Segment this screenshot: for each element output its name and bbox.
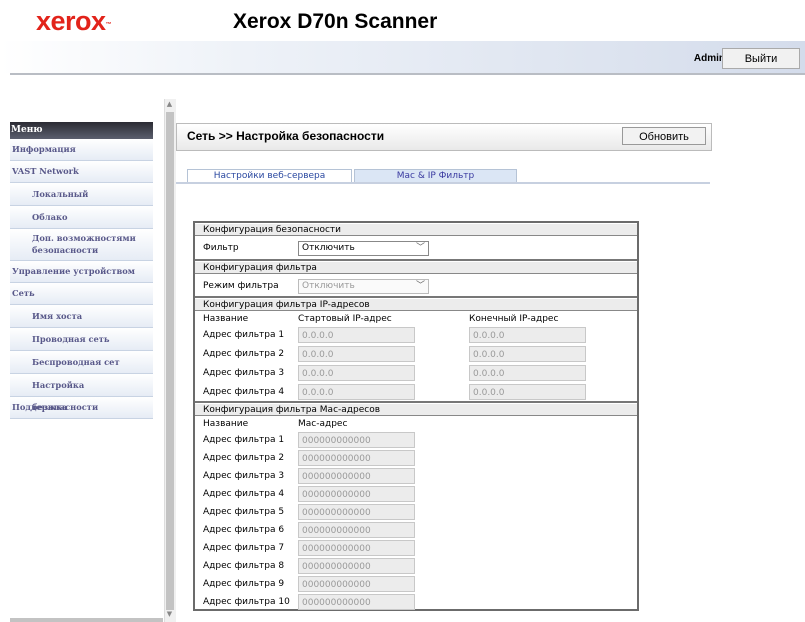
- mac-row-label: Адрес фильтра 8: [203, 561, 285, 571]
- ip-end-input[interactable]: 0.0.0.0: [469, 365, 586, 381]
- xerox-logo: xerox™: [36, 6, 112, 36]
- mac-row-label: Адрес фильтра 6: [203, 525, 285, 535]
- header-bar: [0, 41, 805, 73]
- page-title: Сеть >> Настройка безопасности: [187, 129, 385, 143]
- mac-address-input[interactable]: 000000000000: [298, 504, 415, 520]
- mac-address-input[interactable]: 000000000000: [298, 576, 415, 592]
- mac-col-address: Mac-адрес: [298, 419, 348, 429]
- filter-select-value: Отключить: [302, 243, 355, 253]
- mac-address-input[interactable]: 000000000000: [298, 522, 415, 538]
- filter-label: Фильтр: [203, 243, 239, 253]
- mac-address-input[interactable]: 000000000000: [298, 594, 415, 610]
- mac-row-label: Адрес фильтра 5: [203, 507, 285, 517]
- ip-end-input[interactable]: 0.0.0.0: [469, 346, 586, 362]
- mac-row-label: Адрес фильтра 10: [203, 597, 290, 607]
- ip-start-input[interactable]: 0.0.0.0: [298, 384, 415, 400]
- mac-row-label: Адрес фильтра 9: [203, 579, 285, 589]
- logout-button[interactable]: Выйти: [722, 48, 800, 69]
- mac-row-label: Адрес фильтра 3: [203, 471, 285, 481]
- menu-item-extra-security[interactable]: Доп. возможностями безопасности: [10, 229, 153, 261]
- ip-start-input[interactable]: 0.0.0.0: [298, 346, 415, 362]
- refresh-button[interactable]: Обновить: [622, 127, 706, 145]
- mac-address-input[interactable]: 000000000000: [298, 558, 415, 574]
- menu-item-hostname[interactable]: Имя хоста: [10, 305, 153, 328]
- menu-item-wired-network[interactable]: Проводная сеть: [10, 328, 153, 351]
- mac-row-label: Адрес фильтра 2: [203, 453, 285, 463]
- mac-col-name: Название: [203, 419, 249, 429]
- mac-row-label: Адрес фильтра 4: [203, 489, 285, 499]
- scroll-down-icon[interactable]: ▼: [164, 609, 175, 620]
- menu-item-security-settings[interactable]: Настройка безопасности: [10, 374, 153, 412]
- logo-trademark: ™: [105, 22, 112, 28]
- logo-text: xerox: [36, 6, 106, 36]
- chevron-down-icon: ﹀: [415, 243, 425, 253]
- mac-row-label: Адрес фильтра 1: [203, 435, 285, 445]
- menu-item-local[interactable]: Локальный: [10, 183, 153, 206]
- product-title: Xerox D70n Scanner: [233, 10, 438, 33]
- mac-address-input[interactable]: 000000000000: [298, 486, 415, 502]
- section-divider: [195, 296, 637, 298]
- security-config-header: Конфигурация безопасности: [195, 224, 637, 236]
- filter-config-header: Конфигурация фильтра: [195, 262, 637, 274]
- mac-filter-header: Конфигурация фильтра Mac-адресов: [195, 404, 637, 416]
- scrollbar-thumb[interactable]: [166, 112, 174, 610]
- sidebar-menu: Меню Информация VAST Network Локальный О…: [10, 122, 153, 419]
- ip-end-input[interactable]: 0.0.0.0: [469, 327, 586, 343]
- ip-filter-header: Конфигурация фильтра IP-адресов: [195, 299, 637, 311]
- chevron-down-icon: ﹀: [415, 281, 425, 291]
- menu-title: Меню: [10, 122, 153, 139]
- header-divider: [10, 73, 805, 75]
- ip-row-label: Адрес фильтра 2: [203, 349, 285, 359]
- filter-mode-label: Режим фильтра: [203, 281, 279, 291]
- ip-col-end: Конечный IP-адрес: [469, 314, 559, 324]
- ip-start-input[interactable]: 0.0.0.0: [298, 365, 415, 381]
- menu-item-info[interactable]: Информация: [10, 139, 153, 161]
- mac-address-input[interactable]: 000000000000: [298, 540, 415, 556]
- filter-mode-value: Отключить: [302, 281, 355, 291]
- ip-col-start: Стартовый IP-адрес: [298, 314, 392, 324]
- mac-address-input[interactable]: 000000000000: [298, 468, 415, 484]
- user-name: Admin: [693, 53, 725, 64]
- menu-item-network[interactable]: Сеть: [10, 283, 153, 305]
- scroll-up-icon[interactable]: ▲: [164, 99, 175, 110]
- ip-row-label: Адрес фильтра 3: [203, 368, 285, 378]
- ip-row-label: Адрес фильтра 4: [203, 387, 285, 397]
- filter-select[interactable]: Отключить ﹀: [298, 241, 429, 256]
- mac-address-input[interactable]: 000000000000: [298, 432, 415, 448]
- menu-item-device-management[interactable]: Управление устройством: [10, 261, 153, 283]
- filter-mode-select[interactable]: Отключить ﹀: [298, 279, 429, 294]
- section-divider: [195, 259, 637, 261]
- ip-end-input[interactable]: 0.0.0.0: [469, 384, 586, 400]
- section-divider: [195, 401, 637, 403]
- menu-item-vast-network[interactable]: VAST Network: [10, 161, 153, 183]
- horizontal-scrollbar[interactable]: [10, 618, 163, 622]
- tab-mac-ip-filter[interactable]: Mac & IP Фильтр: [354, 169, 517, 183]
- ip-col-name: Название: [203, 314, 249, 324]
- mac-address-input[interactable]: 000000000000: [298, 450, 415, 466]
- tab-underline: [176, 182, 710, 184]
- menu-item-wireless-network[interactable]: Беспроводная сет: [10, 351, 153, 374]
- menu-item-cloud[interactable]: Облако: [10, 206, 153, 229]
- tab-web-server-settings[interactable]: Настройки веб-сервера: [187, 169, 352, 183]
- ip-row-label: Адрес фильтра 1: [203, 330, 285, 340]
- ip-start-input[interactable]: 0.0.0.0: [298, 327, 415, 343]
- mac-row-label: Адрес фильтра 7: [203, 543, 285, 553]
